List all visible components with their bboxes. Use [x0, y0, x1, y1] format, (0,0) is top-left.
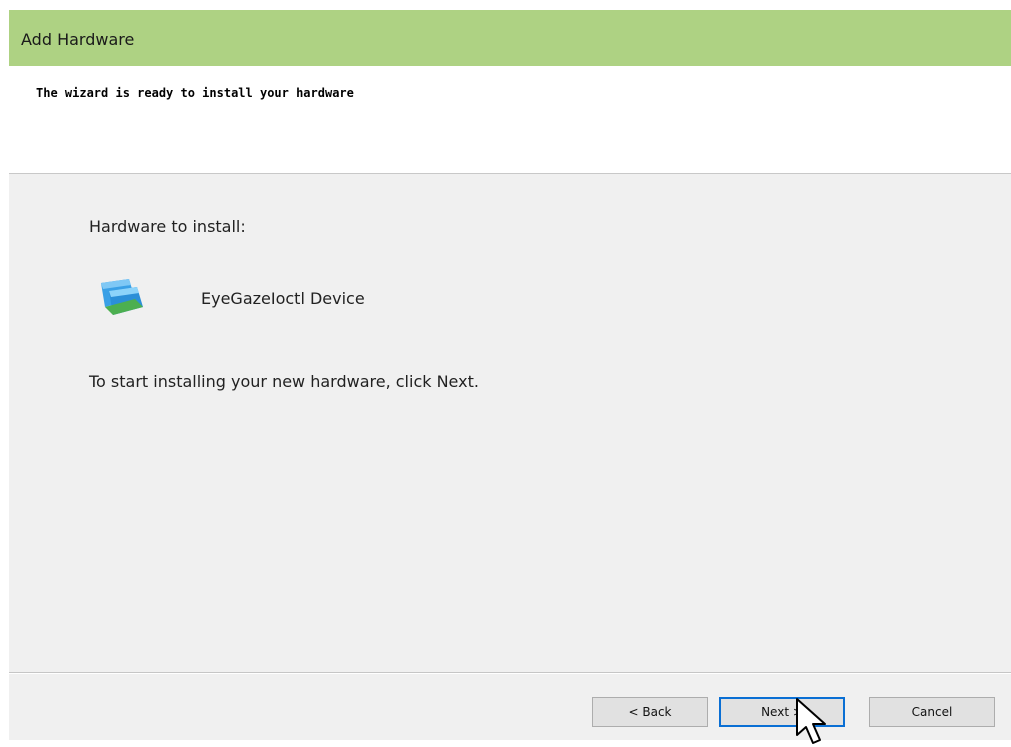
back-button[interactable]: < Back: [592, 697, 708, 727]
wizard-header: The wizard is ready to install your hard…: [9, 66, 1011, 174]
hardware-to-install-label: Hardware to install:: [89, 217, 246, 236]
add-hardware-window: Add Hardware The wizard is ready to inst…: [9, 10, 1011, 740]
wizard-body: Hardware to install: EyeGazeIoctl Device…: [9, 174, 1011, 674]
title-bar[interactable]: Add Hardware: [9, 10, 1011, 66]
cancel-button[interactable]: Cancel: [869, 697, 995, 727]
wizard-heading: The wizard is ready to install your hard…: [36, 86, 354, 100]
window-title: Add Hardware: [21, 30, 135, 49]
device-name: EyeGazeIoctl Device: [201, 289, 365, 308]
mouse-pointer-icon: [796, 698, 826, 744]
footer-divider: [9, 672, 1011, 674]
network-adapter-icon: [101, 279, 143, 315]
install-instruction: To start installing your new hardware, c…: [89, 372, 479, 391]
